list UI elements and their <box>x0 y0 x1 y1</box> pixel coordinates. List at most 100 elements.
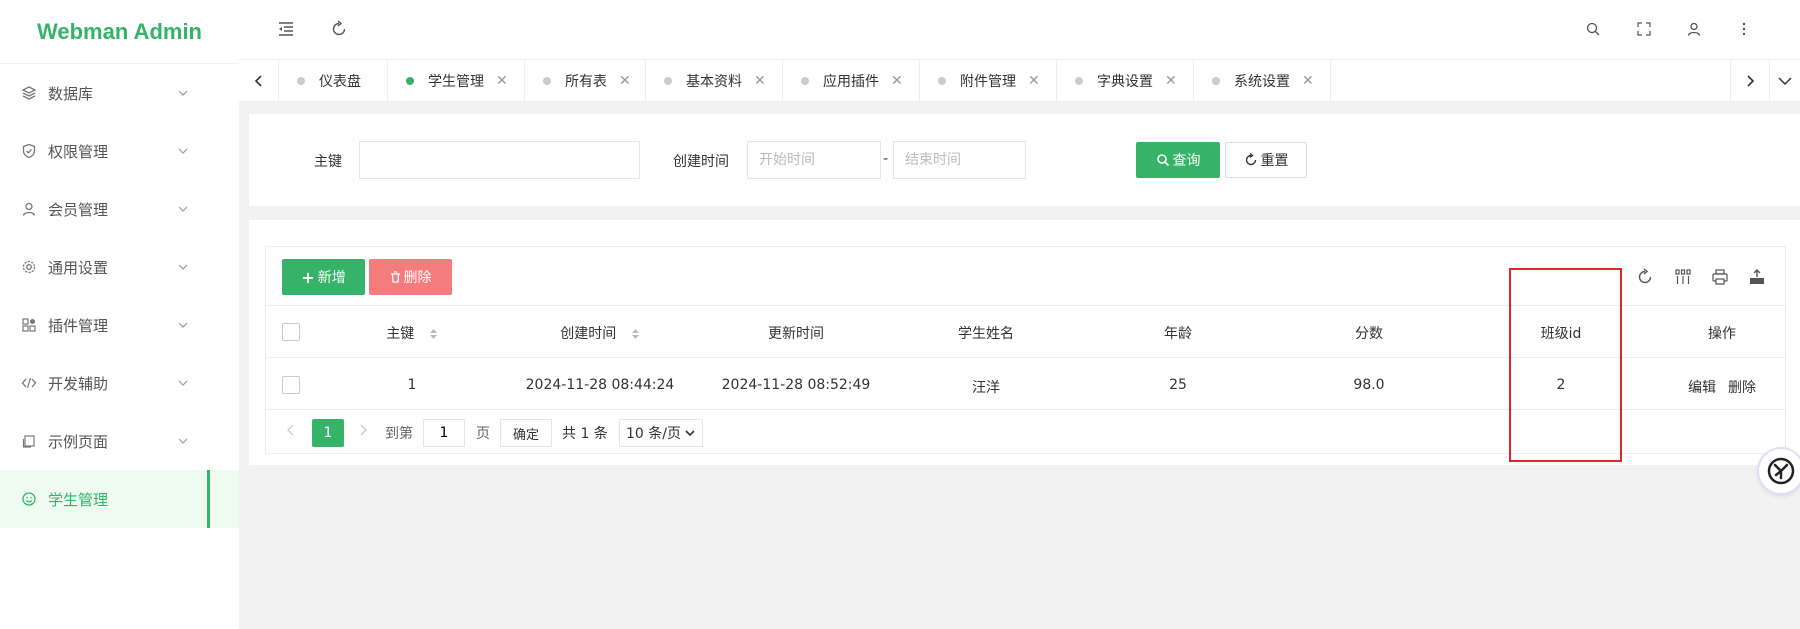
query-button[interactable]: 查询 <box>1136 142 1220 178</box>
sidebar-item-general-settings[interactable]: 通用设置 <box>0 238 239 296</box>
add-button[interactable]: + 新增 <box>282 259 365 295</box>
tab-menu-button[interactable] <box>1770 60 1800 102</box>
tab-dot <box>1075 77 1083 85</box>
refresh-icon[interactable] <box>329 19 349 39</box>
goto-page-input[interactable] <box>423 419 465 447</box>
page-1-button[interactable]: 1 <box>312 419 344 447</box>
search-icon[interactable] <box>1583 19 1603 39</box>
table-divider <box>266 305 1786 306</box>
tab-system-settings[interactable]: 系统设置 ✕ <box>1194 60 1331 102</box>
close-icon[interactable]: ✕ <box>496 73 508 89</box>
sidebar-item-label: 示例页面 <box>48 432 109 451</box>
tab-label: 学生管理 <box>428 74 484 90</box>
refresh-icon <box>1245 153 1256 166</box>
sidebar-item-label: 开发辅助 <box>48 374 109 393</box>
user-icon <box>20 200 38 218</box>
tab-label: 应用插件 <box>823 74 879 90</box>
chevron-down-icon <box>178 148 188 154</box>
sidebar-item-label: 通用设置 <box>48 258 109 277</box>
chevron-down-icon <box>1778 77 1792 86</box>
tab-dot <box>801 77 809 85</box>
column-header-class-id: 班级id <box>1540 326 1582 342</box>
page-icon <box>20 432 38 450</box>
close-icon[interactable]: ✕ <box>1028 73 1040 89</box>
delete-button-label: 删除 <box>403 270 432 286</box>
goto-label: 到第 <box>385 426 413 442</box>
pk-input[interactable] <box>359 141 640 179</box>
tab-scroll-right-button[interactable] <box>1730 60 1770 102</box>
delete-button[interactable]: 删除 <box>369 259 452 295</box>
tab-dot <box>543 77 551 85</box>
column-header-updated: 更新时间 <box>768 326 824 342</box>
sidebar-item-plugins[interactable]: 插件管理 <box>0 296 239 354</box>
print-icon[interactable] <box>1709 266 1731 288</box>
sidebar-item-examples[interactable]: 示例页面 <box>0 412 239 470</box>
tab-student-management[interactable]: 学生管理 ✕ <box>388 60 525 102</box>
column-header-score: 分数 <box>1355 326 1383 342</box>
chevron-left-icon <box>254 75 262 87</box>
code-icon <box>20 374 38 392</box>
tab-dot <box>297 77 305 85</box>
reset-button[interactable]: 重置 <box>1225 142 1307 178</box>
chevron-down-icon <box>685 430 695 437</box>
sidebar-item-students[interactable]: 学生管理 <box>0 470 239 528</box>
columns-icon[interactable] <box>1672 266 1694 288</box>
floating-assistant-icon[interactable] <box>1759 449 1800 493</box>
tab-label: 字典设置 <box>1097 74 1153 90</box>
close-icon[interactable]: ✕ <box>1165 73 1177 89</box>
end-time-input[interactable] <box>893 141 1026 179</box>
sidebar-item-dev-tools[interactable]: 开发辅助 <box>0 354 239 412</box>
column-header-id[interactable]: 主键 <box>362 323 462 343</box>
chevron-down-icon <box>178 206 188 212</box>
next-page-button[interactable] <box>358 423 368 441</box>
fullscreen-icon[interactable] <box>1634 19 1654 39</box>
reset-button-label: 重置 <box>1260 153 1289 169</box>
sidebar-item-label: 插件管理 <box>48 316 109 335</box>
close-icon[interactable]: ✕ <box>619 73 631 89</box>
user-icon[interactable] <box>1684 19 1704 39</box>
sidebar-item-label: 学生管理 <box>48 490 109 509</box>
column-header-created[interactable]: 创建时间 <box>520 323 680 343</box>
tab-attachments[interactable]: 附件管理 ✕ <box>920 60 1057 102</box>
gear-icon <box>20 258 38 276</box>
close-icon[interactable]: ✕ <box>891 73 903 89</box>
tab-scroll-left-button[interactable] <box>239 60 279 102</box>
more-vertical-icon[interactable] <box>1734 19 1754 39</box>
row-checkbox[interactable] <box>282 376 300 394</box>
cell-created: 2024-11-28 08:44:24 <box>525 377 675 393</box>
select-all-checkbox[interactable] <box>282 323 300 341</box>
refresh-icon[interactable] <box>1634 266 1656 288</box>
pk-label: 主键 <box>314 154 342 170</box>
tab-dashboard[interactable]: 仪表盘 <box>279 60 388 102</box>
page-size-select[interactable]: 10 条/页 <box>619 419 703 447</box>
close-icon[interactable]: ✕ <box>754 73 766 89</box>
chevron-down-icon <box>178 90 188 96</box>
tab-app-plugins[interactable]: 应用插件 ✕ <box>783 60 920 102</box>
search-icon <box>1156 154 1169 167</box>
cell-id: 1 <box>407 377 417 393</box>
chevron-left-icon <box>287 424 294 436</box>
close-icon[interactable]: ✕ <box>1302 73 1314 89</box>
sidebar-item-permissions[interactable]: 权限管理 <box>0 122 239 180</box>
tab-label: 仪表盘 <box>319 74 361 90</box>
tab-dictionary[interactable]: 字典设置 ✕ <box>1057 60 1194 102</box>
range-separator: - <box>883 151 889 167</box>
export-icon[interactable] <box>1746 266 1768 288</box>
sidebar-item-database[interactable]: 数据库 <box>0 64 239 122</box>
prev-page-button[interactable] <box>286 423 296 441</box>
tab-all-tables[interactable]: 所有表 ✕ <box>525 60 646 102</box>
goto-confirm-button[interactable]: 确定 <box>500 419 552 447</box>
sort-icon <box>429 329 437 339</box>
apps-icon <box>20 316 38 334</box>
sidebar: Webman Admin 数据库 权限管理 会员管理 通用设置 插件管理 开发辅… <box>0 0 239 629</box>
data-table <box>265 246 1786 454</box>
start-time-input[interactable] <box>747 141 881 179</box>
edit-link[interactable]: 编辑 <box>1682 377 1722 397</box>
tab-label: 基本资料 <box>686 74 742 90</box>
tab-label: 附件管理 <box>960 74 1016 90</box>
sidebar-item-members[interactable]: 会员管理 <box>0 180 239 238</box>
menu-fold-icon[interactable] <box>276 19 296 39</box>
delete-link[interactable]: 删除 <box>1722 377 1762 397</box>
chevron-down-icon <box>178 380 188 386</box>
tab-basic-info[interactable]: 基本资料 ✕ <box>646 60 783 102</box>
